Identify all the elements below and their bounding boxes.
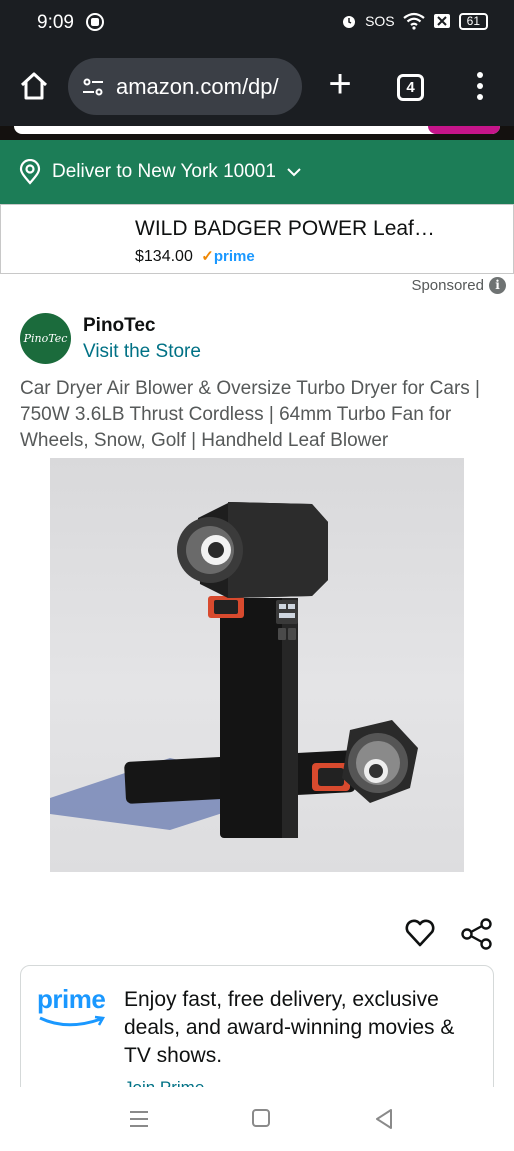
sticky-product-card[interactable]: WILD BADGER POWER Leaf… $134.00 ✓prime [0, 204, 514, 274]
deliver-to-bar[interactable]: Deliver to New York 10001 [0, 140, 514, 204]
status-bar: 9:09 SOS 61 [0, 0, 514, 46]
battery-icon: 61 [458, 12, 488, 30]
chevron-down-icon [287, 168, 301, 177]
sos-label: SOS [365, 13, 395, 29]
no-sim-icon [433, 14, 450, 28]
store-logo[interactable]: PinoTec [20, 313, 71, 364]
product-title: Car Dryer Air Blower & Oversize Turbo Dr… [20, 378, 480, 451]
product-photo [50, 502, 418, 838]
store-row: PinoTec PinoTec Visit the Store [20, 313, 201, 364]
visit-store-link[interactable]: Visit the Store [83, 341, 201, 363]
heart-icon[interactable] [404, 917, 436, 949]
status-time: 9:09 [37, 12, 74, 33]
alarm-icon [343, 16, 356, 28]
url-text[interactable]: amazon.com/dp/ [116, 74, 279, 100]
screen-record-icon [86, 13, 104, 31]
plus-icon[interactable]: + [323, 64, 357, 104]
sticky-product-title[interactable]: WILD BADGER POWER Leaf… [135, 217, 435, 241]
browser-toolbar: amazon.com/dp/ + 4 [0, 46, 514, 126]
system-nav-bar [0, 1087, 514, 1151]
share-icon[interactable] [460, 917, 494, 951]
sticky-product-price: $134.00 ✓prime [135, 247, 255, 266]
prime-smile-icon [39, 1015, 106, 1027]
sponsored-text: Sponsored [411, 277, 484, 294]
square-icon[interactable] [252, 1109, 270, 1127]
home-icon[interactable] [18, 70, 50, 102]
search-bar-remnant [0, 126, 514, 140]
deliver-to-label[interactable]: Deliver to New York 10001 [52, 161, 276, 183]
wifi-icon [402, 12, 425, 30]
info-icon[interactable]: i [489, 277, 506, 294]
more-vert-icon[interactable] [470, 68, 490, 104]
product-image[interactable] [50, 458, 464, 872]
tabs-icon[interactable]: 4 [397, 74, 424, 101]
prime-badge-label: prime [213, 248, 255, 265]
prime-badge: ✓prime [201, 248, 255, 265]
store-name: PinoTec [83, 314, 156, 336]
back-triangle-icon[interactable] [374, 1108, 394, 1130]
status-icons: SOS 61 [341, 12, 488, 30]
address-bar[interactable]: amazon.com/dp/ [68, 58, 302, 115]
location-pin-icon [19, 159, 41, 185]
menu-icon[interactable] [128, 1109, 150, 1129]
site-settings-icon[interactable] [82, 76, 104, 98]
search-button[interactable] [428, 126, 500, 134]
prime-promo-text: Enjoy fast, free delivery, exclusive dea… [124, 988, 455, 1067]
prime-logo: prime [37, 984, 111, 1034]
product-actions [404, 917, 494, 953]
sponsored-label[interactable]: Sponsored i [411, 277, 506, 294]
price-value: $134.00 [135, 248, 193, 265]
